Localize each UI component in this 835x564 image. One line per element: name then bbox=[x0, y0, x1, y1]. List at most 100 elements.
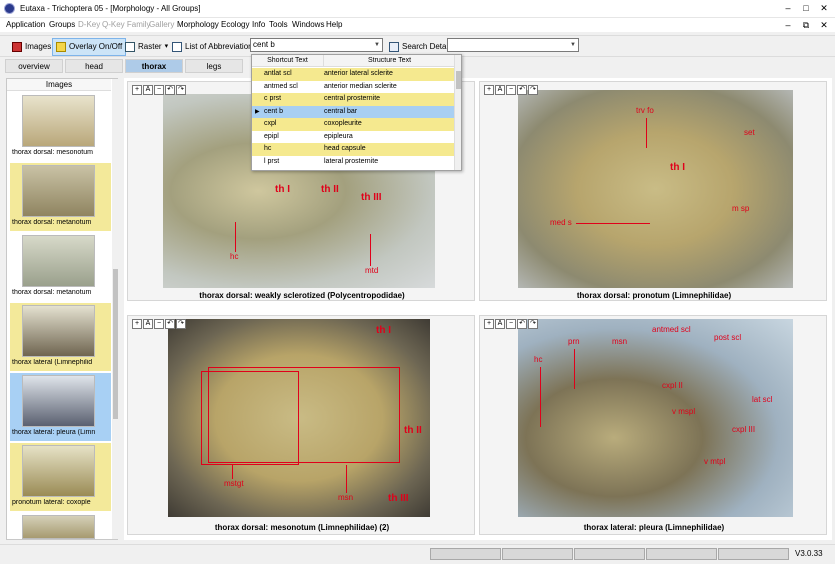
column-header-shortcut[interactable]: Shortcut Text bbox=[252, 55, 324, 67]
label-th-ii: th II bbox=[321, 184, 339, 195]
image-panel-bottom-left: th I th II th III mstgt msn + A − ↶ ↷ th… bbox=[127, 315, 475, 535]
text-label-icon[interactable]: A bbox=[495, 319, 505, 329]
text-label-icon[interactable]: A bbox=[143, 319, 153, 329]
menu-help[interactable]: Help bbox=[326, 19, 342, 31]
zoom-out-icon[interactable]: − bbox=[506, 319, 516, 329]
row-shortcut: c prst bbox=[264, 95, 282, 102]
menu-gallery[interactable]: Gallery bbox=[149, 19, 174, 31]
menu-info[interactable]: Info bbox=[252, 19, 265, 31]
zoom-out-icon[interactable]: − bbox=[506, 85, 516, 95]
zoom-in-icon[interactable]: + bbox=[132, 319, 142, 329]
minimize-button[interactable]: – bbox=[781, 2, 795, 15]
image-grid: th I th II th III hc mtd + A − ↶ ↷ thora… bbox=[124, 78, 832, 540]
column-header-structure[interactable]: Structure Text bbox=[324, 55, 455, 67]
scrollbar-thumb[interactable] bbox=[113, 269, 118, 419]
menu-windows[interactable]: Windows bbox=[292, 19, 324, 31]
thumbnail-item[interactable]: thorax dorsal: metanotum bbox=[10, 163, 111, 231]
sidebar-header: Images bbox=[7, 79, 111, 91]
thumbnail-item[interactable]: pronotum lateral: coxople bbox=[10, 443, 111, 511]
zoom-out-icon[interactable]: − bbox=[154, 85, 164, 95]
thumbnail-item[interactable]: thorax lateral: pleura (Limn bbox=[10, 373, 111, 441]
image-sidebar: Images thorax dorsal: mesonotum thorax d… bbox=[6, 78, 119, 540]
thumbnail-item[interactable]: thorax dorsal: metanotum bbox=[10, 233, 111, 301]
zoom-in-icon[interactable]: + bbox=[484, 85, 494, 95]
text-label-icon[interactable]: A bbox=[143, 85, 153, 95]
tab-head[interactable]: head bbox=[65, 59, 123, 73]
abbreviation-dropdown[interactable]: Shortcut Text Structure Text antlat scl a… bbox=[251, 54, 462, 171]
child-minimize-button[interactable]: – bbox=[781, 19, 795, 31]
redo-icon[interactable]: ↷ bbox=[176, 319, 186, 329]
dropdown-row[interactable]: c prst central prosternite bbox=[252, 93, 455, 106]
abbreviation-combo[interactable]: cent b ▼ bbox=[250, 38, 383, 52]
tab-overview[interactable]: overview bbox=[5, 59, 63, 73]
thumbnail-image bbox=[22, 235, 95, 287]
chevron-down-icon: ▼ bbox=[374, 42, 380, 48]
label-prn: prn bbox=[568, 337, 580, 346]
zoom-in-icon[interactable]: + bbox=[132, 85, 142, 95]
pointer-line bbox=[232, 465, 233, 479]
tab-thorax[interactable]: thorax bbox=[125, 59, 183, 73]
label-hc: hc bbox=[230, 252, 239, 261]
abbreviations-button[interactable]: List of Abbreviations bbox=[168, 38, 261, 56]
thumbnail-item[interactable]: thorax lateral (Limnephilid bbox=[10, 303, 111, 371]
sidebar-scrollbar[interactable] bbox=[112, 79, 119, 539]
menu-ecology[interactable]: Ecology bbox=[221, 19, 249, 31]
label-mtd: mtd bbox=[365, 266, 379, 275]
row-structure: anterior lateral sclerite bbox=[324, 70, 393, 77]
dropdown-row[interactable]: antmed scl anterior median sclerite bbox=[252, 81, 455, 94]
raster-button[interactable]: Raster ▾ bbox=[121, 38, 172, 56]
zoom-out-icon[interactable]: − bbox=[154, 319, 164, 329]
panel-toolbar: + A − ↶ ↷ bbox=[132, 85, 186, 95]
label-set: set bbox=[744, 128, 755, 137]
image-panel-top-right: trv fo set th I m sp med s + A − ↶ ↷ tho… bbox=[479, 81, 827, 301]
undo-icon[interactable]: ↶ bbox=[517, 319, 527, 329]
dropdown-row[interactable]: l prst lateral prosternite bbox=[252, 156, 455, 169]
dropdown-row[interactable]: epipl epipleura bbox=[252, 131, 455, 144]
tab-legs[interactable]: legs bbox=[185, 59, 243, 73]
overlay-toggle-button[interactable]: Overlay On/Off bbox=[52, 38, 127, 56]
pointer-line bbox=[370, 234, 371, 266]
menu-groups[interactable]: Groups bbox=[49, 19, 75, 31]
menu-q-key-family[interactable]: Q-Key Family bbox=[102, 19, 150, 31]
maximize-button[interactable]: □ bbox=[799, 2, 813, 15]
close-button[interactable]: ✕ bbox=[817, 2, 831, 15]
label-post-scl: post scl bbox=[714, 333, 742, 342]
panel-toolbar: + A − ↶ ↷ bbox=[484, 85, 538, 95]
thumbnail-item[interactable] bbox=[10, 513, 111, 539]
dropdown-row[interactable]: antlat scl anterior lateral sclerite bbox=[252, 68, 455, 81]
dropdown-row-selected[interactable]: ▶ cent b central bar bbox=[252, 105, 455, 118]
label-lat-scl: lat scl bbox=[752, 395, 773, 404]
row-structure: central prosternite bbox=[324, 95, 381, 102]
thumbnail-item[interactable]: thorax dorsal: mesonotum bbox=[10, 93, 111, 161]
redo-icon[interactable]: ↷ bbox=[528, 319, 538, 329]
undo-icon[interactable]: ↶ bbox=[165, 85, 175, 95]
chevron-down-icon: ▼ bbox=[570, 42, 576, 48]
search-details-combo[interactable]: ▼ bbox=[447, 38, 579, 52]
dropdown-row[interactable]: cxpl coxopleurite bbox=[252, 118, 455, 131]
undo-icon[interactable]: ↶ bbox=[165, 319, 175, 329]
text-label-icon[interactable]: A bbox=[495, 85, 505, 95]
pointer-line bbox=[540, 367, 541, 427]
images-label: Images bbox=[25, 42, 52, 51]
redo-icon[interactable]: ↷ bbox=[528, 85, 538, 95]
label-cxpl-ii: cxpl II bbox=[662, 381, 683, 390]
dropdown-row[interactable]: hc head capsule bbox=[252, 143, 455, 156]
row-pointer-icon: ▶ bbox=[255, 108, 260, 115]
scrollbar-thumb[interactable] bbox=[456, 71, 461, 89]
label-th-ii: th II bbox=[404, 425, 422, 436]
menu-d-key[interactable]: D-Key bbox=[78, 19, 100, 31]
undo-icon[interactable]: ↶ bbox=[517, 85, 527, 95]
child-close-button[interactable]: ✕ bbox=[817, 19, 831, 31]
menu-tools[interactable]: Tools bbox=[269, 19, 288, 31]
menu-morphology[interactable]: Morphology bbox=[177, 19, 219, 31]
redo-icon[interactable]: ↷ bbox=[176, 85, 186, 95]
child-restore-button[interactable]: ⧉ bbox=[799, 19, 813, 31]
label-th-i: th I bbox=[275, 184, 290, 195]
images-button[interactable]: Images bbox=[8, 38, 55, 56]
raster-label: Raster bbox=[138, 42, 162, 51]
zoom-in-icon[interactable]: + bbox=[484, 319, 494, 329]
menu-application[interactable]: Application bbox=[6, 19, 45, 31]
label-cxpl-iii: cxpl III bbox=[732, 425, 756, 434]
thumbnail-caption: thorax dorsal: metanotum bbox=[12, 219, 92, 226]
dropdown-scrollbar[interactable] bbox=[454, 55, 461, 170]
